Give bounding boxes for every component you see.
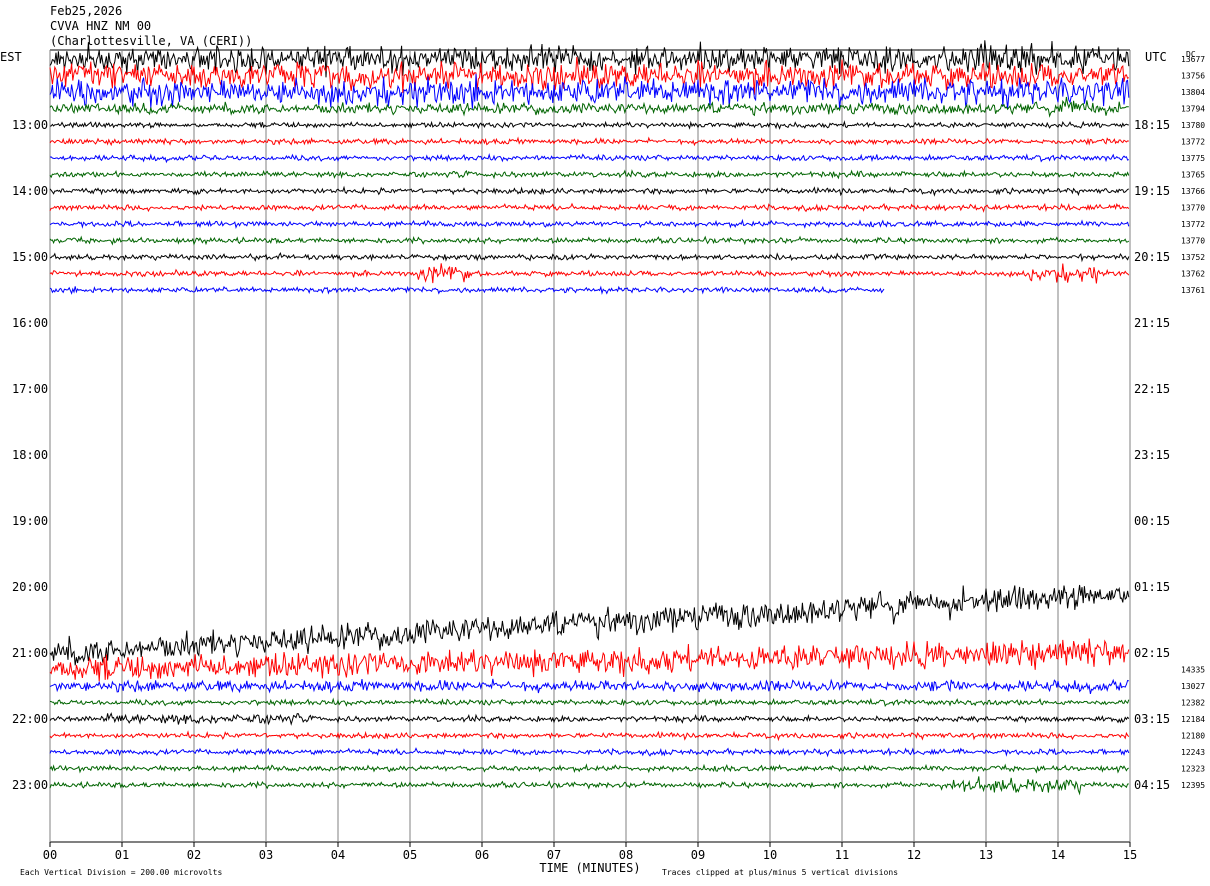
trace-dc-value: 13766 <box>1181 187 1205 196</box>
trace-dc-value: 12243 <box>1181 748 1205 757</box>
seismic-trace <box>49 152 1129 164</box>
minute-tick-label: 03 <box>259 848 273 862</box>
seismic-trace <box>49 263 1130 284</box>
seismic-trace <box>49 285 885 295</box>
minute-tick-label: 12 <box>907 848 921 862</box>
utc-hour-label: 04:15 <box>1134 778 1170 792</box>
est-hour-label: 22:00 <box>12 712 48 726</box>
est-hour-label: 15:00 <box>12 250 48 264</box>
est-hour-label: 23:00 <box>12 778 48 792</box>
utc-hour-label: 23:15 <box>1134 448 1170 462</box>
seismic-trace <box>49 202 1130 213</box>
utc-hour-label: 01:15 <box>1134 580 1170 594</box>
time-axis-title: TIME (MINUTES) <box>539 861 640 875</box>
trace-dc-value: 14335 <box>1181 666 1205 675</box>
trace-dc-value: 13780 <box>1181 121 1205 130</box>
utc-hour-label: 03:15 <box>1134 712 1170 726</box>
seismic-trace <box>49 730 1130 742</box>
trace-dc-value: 13027 <box>1181 682 1205 691</box>
trace-dc-value: 12180 <box>1181 732 1205 741</box>
scale-note: Each Vertical Division = 200.00 microvol… <box>20 868 222 877</box>
minute-tick-label: 06 <box>475 848 489 862</box>
seismic-trace <box>49 235 1130 246</box>
utc-hour-label: 18:15 <box>1134 118 1170 132</box>
utc-hour-label: 00:15 <box>1134 514 1170 528</box>
utc-hour-label: 22:15 <box>1134 382 1170 396</box>
utc-hour-label: 19:15 <box>1134 184 1170 198</box>
est-hour-label: 18:00 <box>12 448 48 462</box>
utc-hour-label: 02:15 <box>1134 646 1170 660</box>
seismic-trace <box>49 218 1130 230</box>
minute-tick-label: 09 <box>691 848 705 862</box>
seismic-trace <box>49 776 1129 796</box>
seismic-trace <box>49 185 1129 197</box>
seismic-trace <box>49 697 1130 708</box>
minute-tick-label: 00 <box>43 848 57 862</box>
est-hour-label: 19:00 <box>12 514 48 528</box>
minute-tick-label: 07 <box>547 848 561 862</box>
trace-dc-value: 13770 <box>1181 237 1205 246</box>
trace-dc-value: 13772 <box>1181 220 1205 229</box>
trace-dc-value: 13765 <box>1181 171 1205 180</box>
seismic-trace <box>49 136 1129 147</box>
seismic-trace <box>49 678 1129 695</box>
seismic-trace <box>49 763 1129 774</box>
trace-dc-value: 13761 <box>1181 286 1205 295</box>
trace-dc-value: 13775 <box>1181 154 1205 163</box>
trace-dc-value: 13770 <box>1181 204 1205 213</box>
est-hour-label: 16:00 <box>12 316 48 330</box>
trace-dc-value: 13677 <box>1181 55 1205 64</box>
minute-tick-label: 14 <box>1051 848 1065 862</box>
trace-dc-value: 12382 <box>1181 699 1205 708</box>
utc-hour-label: 20:15 <box>1134 250 1170 264</box>
trace-dc-value: 13756 <box>1181 72 1205 81</box>
trace-dc-value: 12323 <box>1181 765 1205 774</box>
est-hour-label: 20:00 <box>12 580 48 594</box>
est-hour-label: 14:00 <box>12 184 48 198</box>
trace-dc-value: 13762 <box>1181 270 1205 279</box>
helicorder-plot: 00 01 02 03 04 05 06 07 08 09 10 11 12 13 14 15EST UTC DC… <box>0 40 1205 877</box>
minute-tick-label: 05 <box>403 848 417 862</box>
minute-tick-label: 15 <box>1123 848 1137 862</box>
minute-tick-label: 11 <box>835 848 849 862</box>
seismic-trace <box>49 120 1129 130</box>
est-hour-label: 21:00 <box>12 646 48 660</box>
seismic-trace <box>49 712 1130 726</box>
seismic-trace <box>49 252 1130 263</box>
clip-note: Traces clipped at plus/minus 5 vertical … <box>662 868 898 877</box>
trace-dc-value: 13772 <box>1181 138 1205 147</box>
est-axis-label: EST <box>0 50 22 64</box>
trace-dc-value: 13804 <box>1181 88 1205 97</box>
trace-dc-value: 13794 <box>1181 105 1205 114</box>
minute-tick-label: 10 <box>763 848 777 862</box>
est-hour-label: 17:00 <box>12 382 48 396</box>
minute-tick-label: 13 <box>979 848 993 862</box>
minute-tick-label: 01 <box>115 848 129 862</box>
seismic-trace <box>49 747 1130 758</box>
utc-hour-label: 21:15 <box>1134 316 1170 330</box>
minute-tick-label: 02 <box>187 848 201 862</box>
trace-dc-value: 12395 <box>1181 781 1205 790</box>
trace-dc-value: 13752 <box>1181 253 1205 262</box>
utc-axis-label: UTC <box>1145 50 1167 64</box>
est-hour-label: 13:00 <box>12 118 48 132</box>
minute-tick-label: 04 <box>331 848 345 862</box>
seismic-trace <box>49 169 1130 180</box>
minute-tick-label: 08 <box>619 848 633 862</box>
trace-dc-value: 12184 <box>1181 715 1205 724</box>
